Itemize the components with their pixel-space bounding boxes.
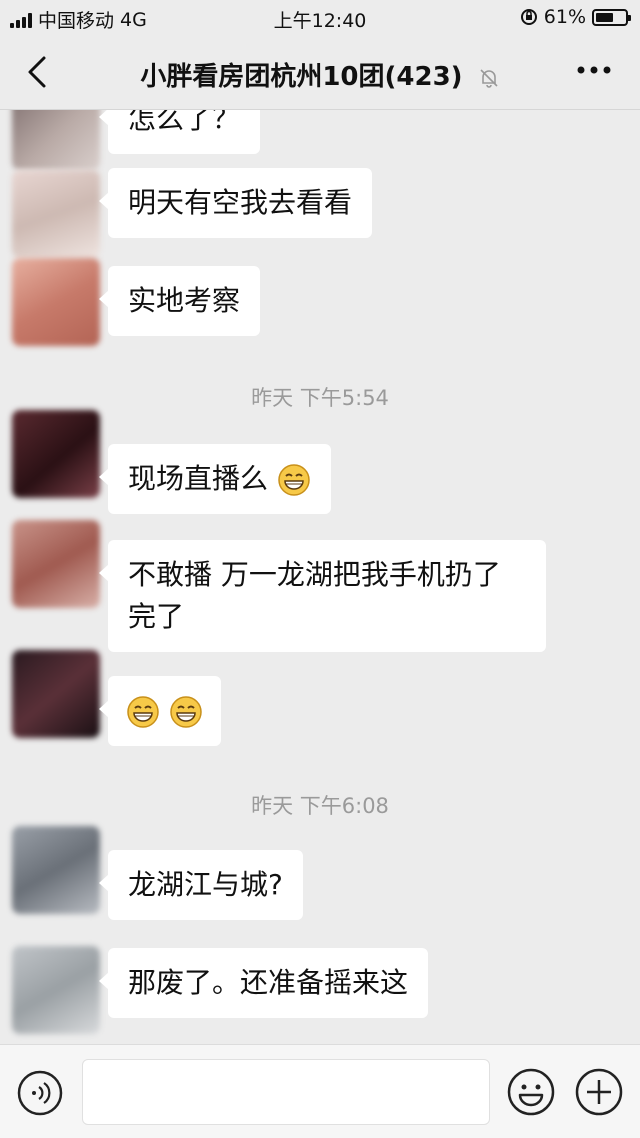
message-text-line: 完了 [128, 600, 185, 633]
grin-emoji-icon [278, 464, 310, 496]
message-text-line: 不敢播 万一龙湖把我手机扔了 [128, 558, 501, 591]
avatar[interactable] [12, 650, 100, 738]
nav-bar: 小胖看房团杭州10团(423) [0, 34, 640, 110]
rotation-lock-icon [520, 9, 537, 25]
timestamp: 昨天 下午6:08 [251, 794, 389, 818]
message-bubble[interactable]: 那废了。还准备摇来这 [98, 948, 429, 1018]
avatar[interactable] [12, 258, 100, 346]
mute-bell-icon [480, 68, 498, 88]
avatar[interactable] [12, 110, 100, 170]
avatar[interactable] [12, 946, 100, 1034]
message-text: 现场直播么 [128, 462, 269, 495]
grin-emoji-icon [127, 696, 159, 728]
avatar[interactable] [12, 170, 100, 258]
back-icon[interactable] [20, 52, 56, 92]
status-right: 61% [520, 6, 631, 28]
message-input[interactable] [82, 1059, 490, 1125]
message-text: 明天有空我去看看 [128, 186, 353, 219]
more-icon[interactable] [576, 64, 612, 76]
chat-area[interactable]: 怎么了？ 明天有空我去看看 实地考察 昨天 下午5:54 现场直播么 不敢播 万… [0, 110, 640, 1044]
message-bubble[interactable]: 明天有空我去看看 [98, 168, 373, 238]
chat-title-text: 小胖看房团杭州10团(423) [140, 62, 463, 92]
message-bubble[interactable]: 现场直播么 [99, 444, 331, 514]
avatar[interactable] [12, 410, 100, 498]
battery-icon [592, 8, 631, 26]
emoji-icon[interactable] [506, 1067, 556, 1117]
plus-icon[interactable] [574, 1067, 624, 1117]
avatar[interactable] [12, 520, 100, 608]
message-bubble[interactable]: 怎么了？ [98, 110, 261, 154]
message-bubble[interactable] [99, 676, 221, 746]
avatar[interactable] [12, 826, 100, 914]
input-bar [0, 1044, 640, 1138]
voice-icon[interactable] [16, 1069, 64, 1117]
chat-title: 小胖看房团杭州10团(423) [70, 56, 570, 93]
timestamp: 昨天 下午5:54 [251, 386, 389, 410]
message-text: 怎么了？ [128, 110, 241, 135]
message-text: 实地考察 [128, 284, 241, 317]
message-bubble[interactable]: 实地考察 [98, 266, 261, 336]
battery-percent: 61% [543, 6, 586, 28]
message-text: 那废了。还准备摇来这 [128, 966, 409, 999]
status-bar: 中国移动 4G 上午12:40 61% [0, 0, 640, 34]
message-text: 龙湖江与城? [128, 868, 283, 901]
grin-emoji-icon [170, 696, 202, 728]
message-bubble[interactable]: 不敢播 万一龙湖把我手机扔了 完了 [99, 540, 546, 652]
message-bubble[interactable]: 龙湖江与城? [99, 850, 303, 920]
